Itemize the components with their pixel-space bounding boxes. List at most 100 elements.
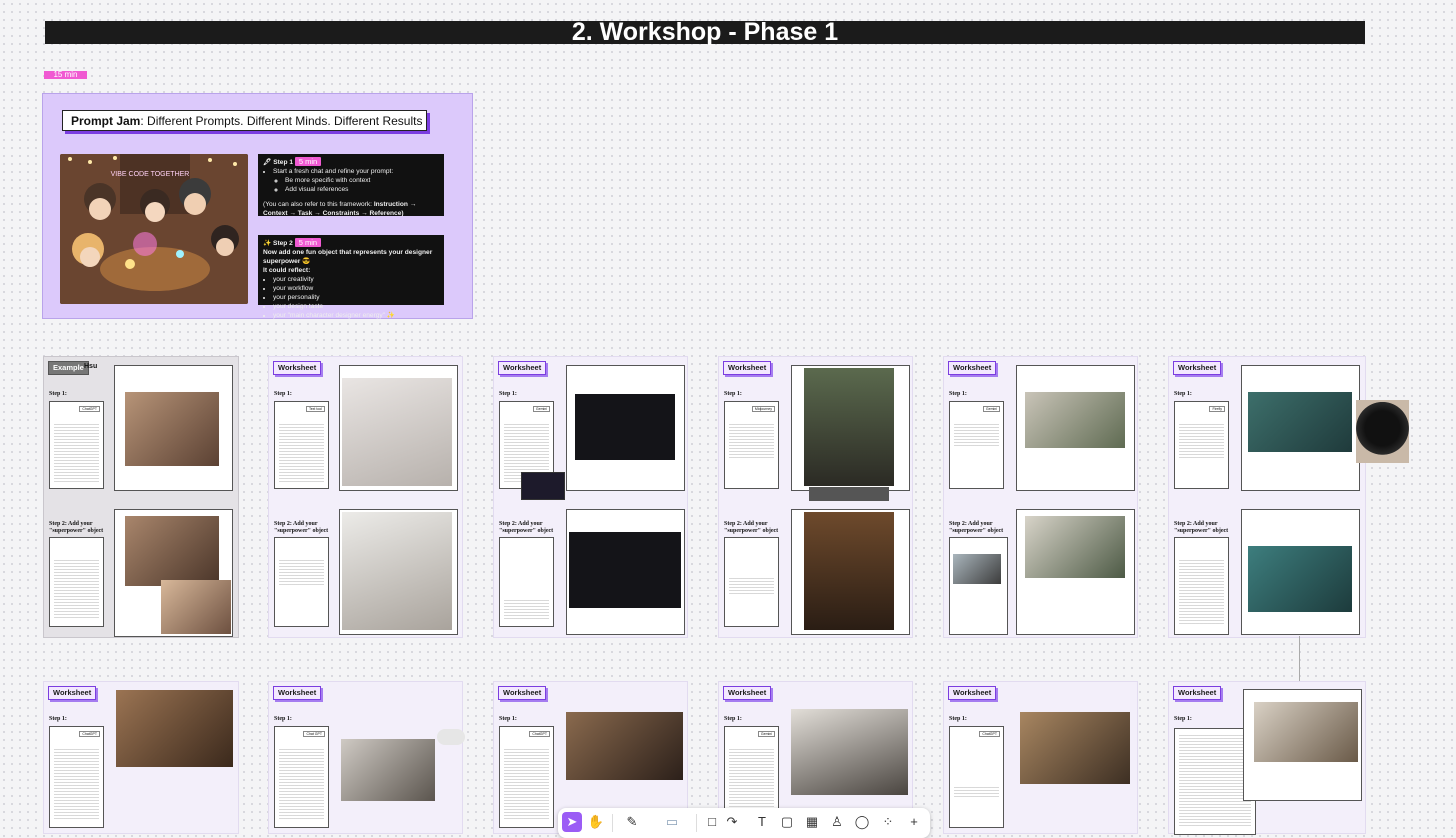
prompt-doc[interactable] (949, 537, 1008, 635)
result-image (804, 512, 894, 630)
result-image[interactable] (791, 709, 908, 795)
step1-bullet: Be more specific with context (285, 176, 439, 185)
worksheet[interactable]: Worksheet Step 1: (1168, 681, 1366, 835)
step2-label: Step 2: Add your "superpower" object (274, 521, 329, 534)
table-tool-icon[interactable]: ▦ (802, 812, 822, 832)
result-image (1248, 546, 1352, 612)
step1-card: 🖋 Step 1 5 min Start a fresh chat and re… (258, 154, 444, 217)
tool-tag: ChatGPT (529, 731, 550, 737)
tool-tag: Text tool (305, 406, 325, 412)
pen-tool-icon[interactable]: ✎ (622, 812, 642, 832)
worksheet[interactable]: Worksheet Step 1: ChatGPT (43, 681, 239, 834)
prompt-jam-subtitle: : Different Prompts. Different Minds. Di… (140, 114, 423, 128)
prompt-doc[interactable]: ChatGPT (949, 726, 1004, 828)
step2-time: 5 min (294, 238, 322, 247)
result-frame[interactable] (566, 365, 685, 491)
worksheet[interactable]: Worksheet Step 1: Firefly Step 2: Add yo… (1168, 356, 1366, 638)
worksheet[interactable]: Worksheet Step 1: ChatGPT (943, 681, 1138, 834)
tool-tag: Chat GPT (303, 731, 325, 737)
step2-label: Step 2: Add your "superpower" object (499, 521, 554, 534)
result-frame[interactable] (791, 365, 910, 491)
result-frame[interactable] (114, 365, 233, 491)
result-image[interactable] (341, 739, 435, 801)
move-tool-icon[interactable]: ➤ (562, 812, 582, 832)
example-worksheet[interactable]: Example Hsu Step 1: ChatGPT Step 2: Add … (43, 356, 239, 638)
tool-tag: ChatGPT (79, 731, 100, 737)
intro-panel[interactable]: Prompt Jam: Different Prompts. Different… (42, 93, 473, 319)
add-tool-icon[interactable]: + (904, 812, 924, 832)
step1-bullet: Add visual references (285, 185, 439, 194)
prompt-doc[interactable]: ChatGPT (499, 726, 554, 828)
result-image (575, 394, 675, 460)
result-image[interactable] (116, 690, 233, 767)
connector-tool-icon[interactable]: ↷ (722, 812, 742, 832)
workshop-illustration: VIBE CODE TOGETHER (60, 154, 248, 304)
worksheet[interactable]: Worksheet Step 1: Gemini Step 2: Add you… (943, 356, 1138, 638)
worksheet-tag: Worksheet (273, 686, 322, 700)
prompt-doc[interactable]: ChatGPT (49, 726, 104, 828)
toolbar-divider (696, 814, 697, 832)
stamp-tool-icon[interactable]: ♙ (827, 812, 847, 832)
worksheet-tag: Worksheet (723, 686, 772, 700)
result-image (342, 512, 452, 630)
prompt-doc[interactable]: Chat GPT (274, 726, 329, 828)
result-thumbnail[interactable] (521, 472, 565, 500)
example-tag: Example (48, 361, 89, 375)
prompt-doc[interactable] (1174, 537, 1229, 635)
step1-label: Step 1: (949, 391, 967, 397)
result-image[interactable] (1020, 712, 1130, 784)
result-frame[interactable] (1241, 509, 1360, 635)
result-frame[interactable] (114, 509, 233, 637)
step1-intro: Start a fresh chat and refine your promp… (273, 167, 439, 176)
worksheet[interactable]: Worksheet Step 1: Text tool Step 2: Add … (268, 356, 463, 638)
tool-tag: Gemini (982, 406, 1000, 412)
result-frame[interactable] (339, 509, 458, 635)
text-tool-icon[interactable]: T (752, 812, 772, 832)
marker-tool-icon[interactable]: ▭ (652, 812, 692, 832)
hand-tool-icon[interactable]: ✋ (586, 812, 606, 832)
prompt-doc[interactable] (724, 537, 779, 627)
bottom-toolbar: ➤ ✋ ✎ ▭ □ ↷ T ▢ ▦ ♙ ◯ ⁘ + (558, 808, 930, 838)
prompt-doc[interactable]: Firefly (1174, 401, 1229, 489)
step1-label: Step 1: (274, 391, 292, 397)
result-frame[interactable] (1016, 365, 1135, 491)
prompt-doc[interactable]: Midjourney (724, 401, 779, 489)
step1-label: Step 1: (274, 716, 292, 722)
result-image (804, 368, 894, 486)
result-frame[interactable] (1241, 365, 1360, 491)
prompt-doc[interactable] (274, 537, 329, 627)
sticky-note-icon[interactable]: ▢ (777, 812, 797, 832)
prompt-doc[interactable] (499, 537, 554, 627)
more-tools-icon[interactable]: ⁘ (878, 812, 898, 832)
illustration-art: VIBE CODE TOGETHER (60, 154, 248, 304)
prompt-doc[interactable]: Text tool (274, 401, 329, 489)
result-frame[interactable] (1243, 689, 1362, 801)
avatar-group[interactable] (437, 729, 465, 745)
prompt-doc[interactable] (49, 537, 104, 627)
cat-photo[interactable] (1356, 400, 1409, 463)
step2-intro: Now add one fun object that represents y… (263, 249, 433, 265)
step2-label: Step 2: Add your "superpower" object (949, 521, 1004, 534)
prompt-doc[interactable]: ChatGPT (49, 401, 104, 489)
result-image (125, 516, 219, 586)
result-frame[interactable] (791, 509, 910, 635)
comment-tool-icon[interactable]: ◯ (852, 812, 872, 832)
result-frame[interactable] (339, 365, 458, 491)
step2-reflect: It could reflect: (263, 267, 311, 274)
result-image (161, 580, 231, 634)
prompt-doc[interactable]: Gemini (949, 401, 1004, 489)
result-image (1025, 392, 1125, 448)
frame-tool-icon[interactable]: □ (702, 812, 722, 832)
tool-tag: ChatGPT (79, 406, 100, 412)
worksheet[interactable]: Worksheet Step 1: Gemini Step 2: Add you… (493, 356, 688, 638)
result-image[interactable] (566, 712, 683, 780)
worksheet[interactable]: Worksheet Step 1: Chat GPT (268, 681, 465, 834)
result-frame[interactable] (566, 509, 685, 635)
step1-label: Step 1: (724, 391, 742, 397)
worksheet[interactable]: Worksheet Step 1: Midjourney Step 2: Add… (718, 356, 913, 638)
result-image (125, 392, 219, 466)
result-image (569, 532, 681, 608)
result-frame[interactable] (1016, 509, 1135, 635)
reference-image (953, 554, 1001, 584)
step2-bullet: your creativity (273, 275, 439, 284)
